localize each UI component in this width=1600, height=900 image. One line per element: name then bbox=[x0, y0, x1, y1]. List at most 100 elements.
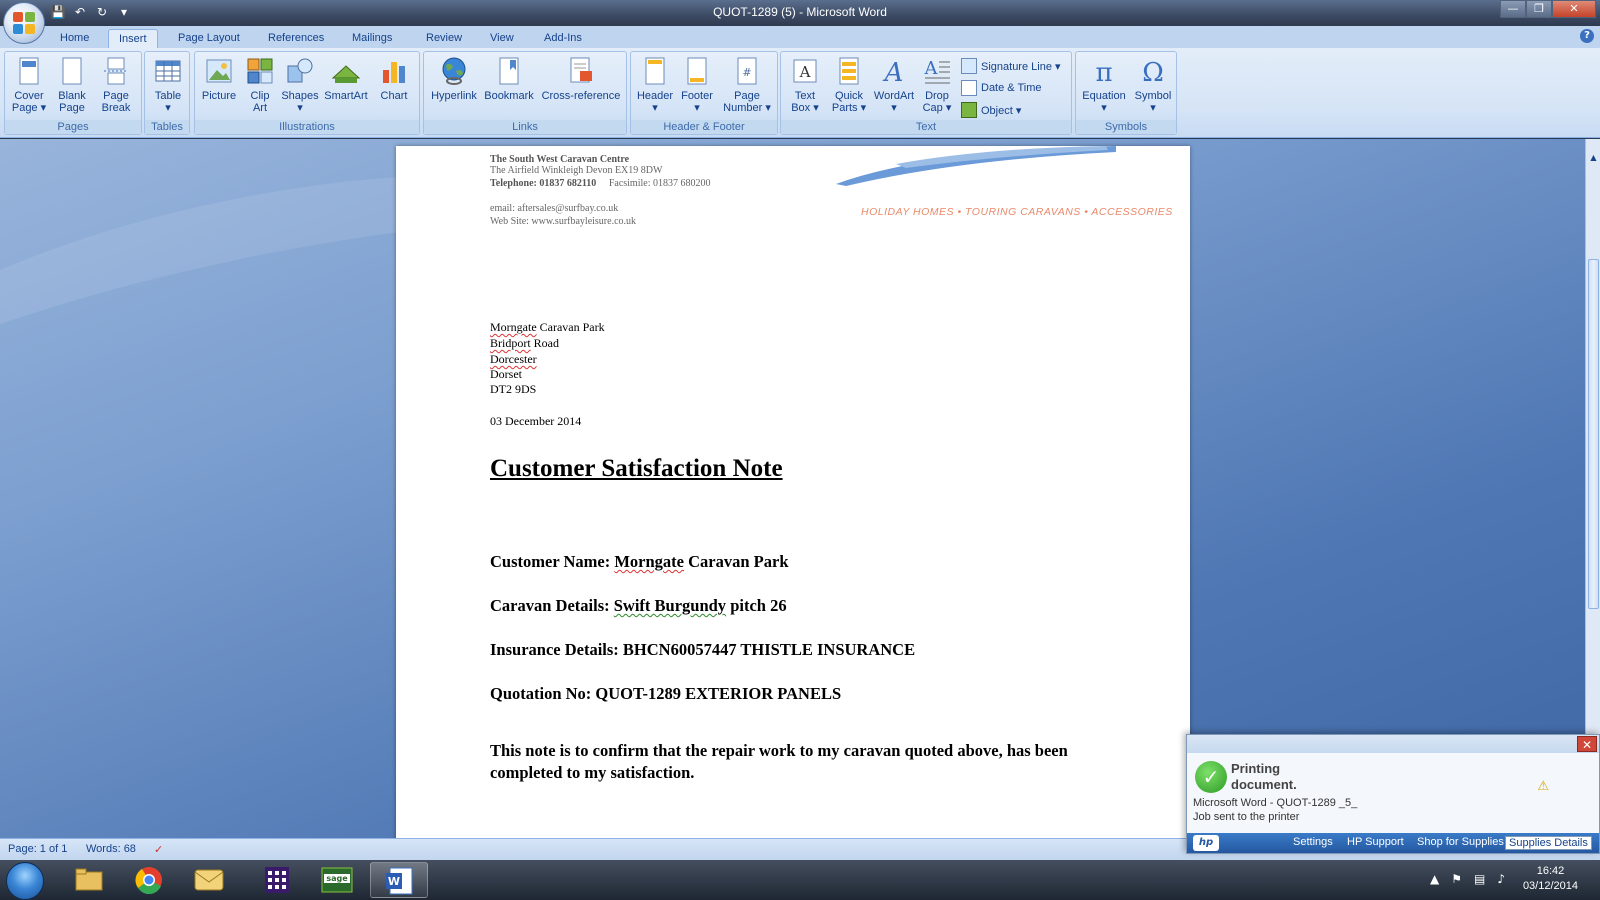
cover-page-button[interactable]: Cover Page ▾ bbox=[7, 54, 51, 114]
ribbon-tabs: Home Insert Page Layout References Maili… bbox=[0, 26, 1600, 48]
bookmark-icon bbox=[499, 57, 519, 85]
clip-art-button[interactable]: Clip Art bbox=[241, 54, 279, 114]
header-label-1: Header bbox=[636, 90, 674, 102]
smartart-button[interactable]: SmartArt bbox=[321, 54, 371, 102]
chart-icon bbox=[383, 62, 405, 83]
help-icon[interactable]: ? bbox=[1580, 29, 1594, 43]
caravan-details-model: Swift Burgundy bbox=[613, 596, 727, 615]
close-button[interactable]: ✕ bbox=[1552, 0, 1596, 18]
office-button[interactable] bbox=[3, 2, 45, 44]
document-page[interactable]: The South West Caravan Centre The Airfie… bbox=[396, 146, 1190, 838]
recipient-line-3: Dorcester bbox=[490, 352, 537, 366]
cross-reference-button[interactable]: Cross-reference bbox=[536, 54, 626, 102]
table-button[interactable]: Table ▾ bbox=[147, 54, 189, 114]
customer-name-label: Customer Name: bbox=[490, 552, 615, 571]
word-count-status[interactable]: Words: 68 bbox=[86, 843, 136, 855]
footer-button[interactable]: Footer ▾ bbox=[677, 54, 717, 114]
footer-label-2: ▾ bbox=[694, 102, 700, 114]
wordart-label-1: WordArt bbox=[873, 90, 915, 102]
caravan-details-field: Caravan Details: Swift Burgundy pitch 26 bbox=[490, 596, 787, 616]
notification-close-button[interactable]: ✕ bbox=[1577, 736, 1597, 752]
symbol-label-2: ▾ bbox=[1150, 102, 1156, 114]
scroll-up-icon[interactable]: ▲ bbox=[1587, 153, 1600, 167]
action-center-flag-icon[interactable]: ⚑ bbox=[1451, 872, 1462, 886]
maximize-button[interactable]: ❐ bbox=[1526, 0, 1552, 18]
undo-icon[interactable]: ↶ bbox=[72, 4, 88, 20]
page-break-button[interactable]: Page Break bbox=[93, 54, 139, 114]
equation-label-1: Equation bbox=[1082, 90, 1126, 102]
page-count-status[interactable]: Page: 1 of 1 bbox=[8, 843, 67, 855]
tab-home[interactable]: Home bbox=[50, 29, 99, 48]
customize-qat-icon[interactable]: ▾ bbox=[116, 4, 132, 20]
bookmark-button[interactable]: Bookmark bbox=[482, 54, 536, 102]
footer-label-1: Footer bbox=[681, 90, 713, 102]
outlook-taskbar-button[interactable] bbox=[180, 862, 238, 898]
recipient-line-2: Bridport Road bbox=[490, 336, 559, 351]
wordart-button[interactable]: A WordArt ▾ bbox=[871, 54, 917, 114]
explorer-taskbar-button[interactable] bbox=[60, 862, 118, 898]
proofing-icon[interactable]: ✓ bbox=[154, 843, 163, 856]
document-title: Customer Satisfaction Note bbox=[490, 455, 783, 482]
sage-taskbar-button[interactable]: sage bbox=[308, 862, 366, 898]
shapes-button[interactable]: Shapes ▾ bbox=[279, 54, 321, 114]
app-grid-taskbar-button[interactable] bbox=[248, 862, 306, 898]
group-label-text: Text bbox=[781, 120, 1071, 134]
recipient-line-1: Morngate Caravan Park bbox=[490, 320, 605, 335]
volume-icon[interactable]: ♪ bbox=[1497, 872, 1505, 886]
recipient-street-word: Bridport bbox=[490, 336, 531, 350]
start-button[interactable] bbox=[6, 862, 44, 900]
page-number-label-2: Number ▾ bbox=[723, 102, 771, 114]
chart-button[interactable]: Chart bbox=[371, 54, 417, 102]
tab-references[interactable]: References bbox=[258, 29, 334, 48]
smartart-icon bbox=[331, 65, 361, 83]
tab-page-layout[interactable]: Page Layout bbox=[168, 29, 250, 48]
header-button[interactable]: Header ▾ bbox=[633, 54, 677, 114]
supplies-details-link[interactable]: Supplies Details bbox=[1505, 836, 1592, 850]
customer-name-field: Customer Name: Morngate Caravan Park bbox=[490, 552, 789, 572]
object-button[interactable]: Object ▾ bbox=[961, 102, 1021, 118]
settings-link[interactable]: Settings bbox=[1293, 836, 1333, 848]
date-time-button[interactable]: Date & Time bbox=[961, 80, 1042, 96]
equation-button[interactable]: π Equation ▾ bbox=[1078, 54, 1130, 114]
svg-text:π: π bbox=[1095, 58, 1112, 86]
hp-logo-icon: hp bbox=[1193, 835, 1219, 851]
header-icon bbox=[645, 57, 665, 85]
shop-supplies-link[interactable]: Shop for Supplies bbox=[1417, 836, 1504, 848]
date-time-label: Date & Time bbox=[981, 82, 1042, 94]
hyperlink-button[interactable]: Hyperlink bbox=[426, 54, 482, 102]
redo-icon[interactable]: ↻ bbox=[94, 4, 110, 20]
blank-page-button[interactable]: Blank Page bbox=[51, 54, 93, 114]
taskbar: sage W ▲ ⚑ ▤ ♪ 16:42 03/12/2014 bbox=[0, 860, 1600, 900]
network-icon[interactable]: ▤ bbox=[1474, 872, 1485, 886]
clock[interactable]: 16:42 03/12/2014 bbox=[1523, 864, 1578, 894]
tab-review[interactable]: Review bbox=[416, 29, 472, 48]
signature-line-button[interactable]: Signature Line ▾ bbox=[961, 58, 1061, 74]
page-number-button[interactable]: # Page Number ▾ bbox=[717, 54, 777, 114]
tab-view[interactable]: View bbox=[480, 29, 524, 48]
text-box-button[interactable]: A Text Box ▾ bbox=[783, 54, 827, 114]
svg-text:A: A bbox=[924, 58, 939, 79]
tab-insert[interactable]: Insert bbox=[108, 29, 158, 48]
tab-mailings[interactable]: Mailings bbox=[342, 29, 402, 48]
scroll-thumb[interactable] bbox=[1588, 259, 1599, 609]
hp-support-link[interactable]: HP Support bbox=[1347, 836, 1404, 848]
picture-button[interactable]: Picture bbox=[197, 54, 241, 102]
symbol-button[interactable]: Ω Symbol ▾ bbox=[1130, 54, 1176, 114]
shapes-label-1: Shapes bbox=[281, 90, 319, 102]
word-taskbar-button[interactable]: W bbox=[370, 862, 428, 898]
group-label-illustrations: Illustrations bbox=[195, 120, 419, 134]
minimize-button[interactable]: — bbox=[1500, 0, 1526, 18]
drop-cap-button[interactable]: A Drop Cap ▾ bbox=[917, 54, 957, 114]
letter-date: 03 December 2014 bbox=[490, 414, 582, 428]
tray-expand-icon[interactable]: ▲ bbox=[1430, 872, 1439, 886]
quick-parts-button[interactable]: Quick Parts ▾ bbox=[827, 54, 871, 114]
wordart-label-2: ▾ bbox=[891, 102, 897, 114]
drop-cap-icon: A bbox=[924, 58, 950, 84]
group-label-links: Links bbox=[424, 120, 626, 134]
chrome-taskbar-button[interactable] bbox=[120, 862, 178, 898]
tab-add-ins[interactable]: Add-Ins bbox=[534, 29, 592, 48]
table-label-1: Table bbox=[154, 90, 182, 102]
cover-page-label-1: Cover bbox=[14, 90, 44, 102]
hyperlink-label: Hyperlink bbox=[431, 90, 477, 102]
save-icon[interactable]: 💾 bbox=[50, 4, 66, 20]
